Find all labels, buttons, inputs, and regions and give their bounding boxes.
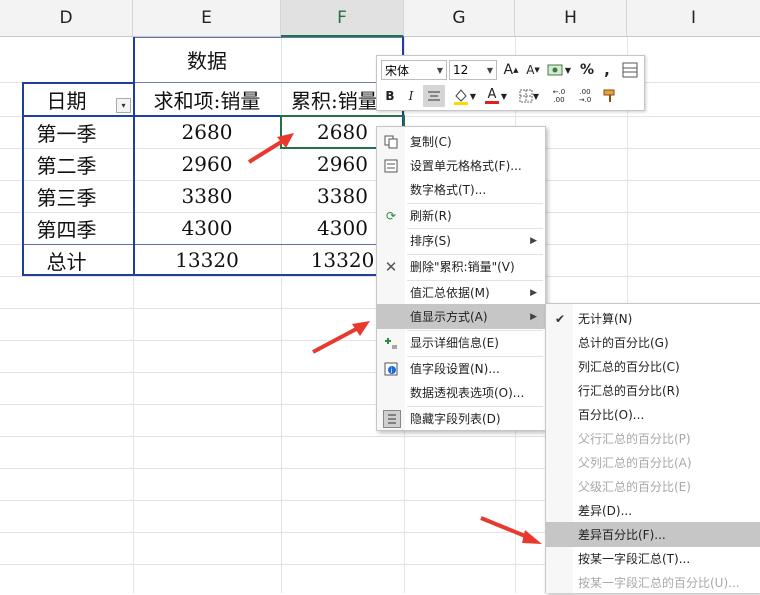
font-color-swatch	[484, 100, 499, 104]
delete-icon: ✕	[384, 257, 398, 276]
column-header-i[interactable]: I	[627, 0, 760, 37]
menu-item-hide-field-list[interactable]: 隐藏字段列表(D)	[377, 406, 545, 431]
menu-item-show-details[interactable]: 显示详细信息(E)	[377, 330, 545, 355]
submenu-item-percent-parent-column: 父列汇总的百分比(A)	[578, 456, 692, 470]
format-cells-icon	[383, 158, 399, 174]
column-header-e[interactable]: E	[133, 0, 281, 37]
pivot-row-label[interactable]: 第三季	[0, 180, 133, 212]
submenu-item-percent-column-total[interactable]: 列汇总的百分比(C)	[546, 354, 760, 379]
format-painter-button[interactable]	[599, 85, 621, 107]
decrease-decimal-button[interactable]: .00 →.0	[573, 85, 597, 107]
column-header-d[interactable]: D	[0, 0, 133, 37]
column-header-f[interactable]: F	[281, 0, 404, 37]
red-arrow-icon	[480, 516, 542, 544]
svg-text:i: i	[391, 367, 393, 375]
menu-item-sort[interactable]: 排序(S) ▶	[377, 228, 545, 253]
submenu-item-percent-running-total: 按某一字段汇总的百分比(U)...	[578, 576, 740, 590]
column-header-g[interactable]: G	[404, 0, 515, 37]
pivot-border	[133, 82, 404, 83]
pivot-row-label[interactable]: 第二季	[0, 148, 133, 180]
submenu-item-difference-from[interactable]: 差异(D)...	[546, 498, 760, 523]
borders-button[interactable]: ▼	[515, 85, 543, 107]
font-size-dropdown[interactable]: 12 ▼	[449, 60, 497, 80]
show-values-as-submenu: ✔ 无计算(N) 总计的百分比(G) 列汇总的百分比(C) 行汇总的百分比(R)…	[545, 303, 760, 593]
chevron-down-icon: ▼	[486, 65, 493, 75]
shrink-font-button[interactable]: A ▼	[523, 60, 543, 80]
pivot-sum-value[interactable]: 3380	[133, 180, 281, 212]
menu-item-show-values-as[interactable]: 值显示方式(A) ▶	[377, 304, 545, 329]
red-arrow-icon	[312, 321, 370, 354]
menu-item-pivot-options[interactable]: 数据透视表选项(O)...	[377, 380, 545, 405]
submenu-item-no-calculation[interactable]: ✔ 无计算(N)	[546, 306, 760, 331]
font-color-button[interactable]: A ▼	[481, 85, 511, 107]
submenu-item-percent-of[interactable]: 百分比(O)...	[546, 402, 760, 427]
pivot-border	[22, 274, 404, 276]
pivot-row-header-date[interactable]: 日期 ▾	[0, 82, 133, 116]
increase-decimal-button[interactable]: ←.0 .00	[547, 85, 571, 107]
mini-toolbar: 宋体 ▼ 12 ▼ A ▲ A ▼ ▼ % , B I ▼ A ▼ ▼ ←.0 .00 …	[376, 55, 645, 111]
pivot-row-header-label: 日期	[46, 88, 87, 113]
pivot-col-header-sum[interactable]: 求和项:销量	[133, 82, 281, 116]
submenu-arrow-icon: ▶	[530, 311, 537, 322]
accounting-icon	[547, 64, 563, 76]
filter-dropdown-icon[interactable]: ▾	[116, 98, 131, 113]
menu-item-format-cells[interactable]: 设置单元格格式(F)...	[377, 153, 545, 178]
percent-button[interactable]: %	[577, 60, 597, 80]
align-center-icon	[428, 91, 440, 101]
fill-bucket-icon	[453, 89, 468, 105]
paintbrush-icon	[603, 89, 615, 102]
pivot-total-label[interactable]: 总计	[0, 244, 133, 276]
menu-item-summarize-by[interactable]: 值汇总依据(M) ▶	[377, 280, 545, 305]
pivot-row-label[interactable]: 第一季	[0, 116, 133, 148]
bold-button[interactable]: B	[381, 85, 399, 107]
pivot-row-label[interactable]: 第四季	[0, 212, 133, 244]
format-painter-table-button[interactable]	[619, 60, 641, 80]
table-style-icon	[622, 62, 638, 78]
fill-color-button[interactable]: ▼	[449, 85, 479, 107]
accounting-format-button[interactable]: ▼	[545, 60, 573, 80]
submenu-item-percent-parent-total: 父级汇总的百分比(E)	[578, 480, 691, 494]
submenu-item-running-total[interactable]: 按某一字段汇总(T)...	[546, 546, 760, 571]
submenu-arrow-icon: ▶	[530, 287, 537, 298]
chevron-down-icon: ▼	[436, 65, 443, 75]
context-menu: 复制(C) 设置单元格格式(F)... 数字格式(T)... ⟳ 刷新(R) 排…	[376, 126, 546, 431]
pivot-sum-value[interactable]: 4300	[133, 212, 281, 244]
menu-item-value-field-settings[interactable]: i 值字段设置(N)...	[377, 356, 545, 381]
submenu-arrow-icon: ▶	[530, 235, 537, 246]
italic-button[interactable]: I	[402, 85, 420, 107]
submenu-item-percent-row-total[interactable]: 行汇总的百分比(R)	[546, 378, 760, 403]
pivot-border	[133, 37, 404, 38]
grow-font-button[interactable]: A ▲	[501, 60, 521, 80]
border-icon	[519, 89, 533, 103]
comma-button[interactable]: ,	[599, 60, 615, 80]
red-arrow-icon	[247, 133, 294, 164]
column-header-h[interactable]: H	[515, 0, 627, 37]
pivot-border	[22, 82, 133, 84]
copy-icon	[383, 134, 399, 150]
submenu-item-percent-parent-row: 父行汇总的百分比(P)	[578, 432, 691, 446]
pivot-data-header[interactable]: 数据	[133, 37, 281, 82]
submenu-item-percent-difference-from[interactable]: 差异百分比(F)...	[546, 522, 760, 547]
center-align-button[interactable]	[423, 85, 445, 107]
menu-item-copy[interactable]: 复制(C)	[377, 129, 545, 154]
pivot-border	[22, 244, 404, 245]
menu-item-delete-field[interactable]: ✕ 删除"累积:销量"(V)	[377, 254, 545, 279]
pivot-border	[133, 37, 135, 276]
field-settings-icon: i	[383, 361, 399, 377]
refresh-icon: ⟳	[385, 208, 397, 223]
field-list-icon	[383, 409, 401, 428]
font-name-dropdown[interactable]: 宋体 ▼	[381, 60, 447, 80]
menu-item-number-format[interactable]: 数字格式(T)...	[377, 177, 545, 202]
pivot-total-sum[interactable]: 13320	[133, 244, 281, 276]
checkmark-icon: ✔	[555, 311, 566, 326]
submenu-item-percent-grand-total[interactable]: 总计的百分比(G)	[546, 330, 760, 355]
menu-item-refresh[interactable]: ⟳ 刷新(R)	[377, 203, 545, 228]
show-details-icon	[383, 335, 399, 351]
pivot-border	[22, 82, 24, 276]
